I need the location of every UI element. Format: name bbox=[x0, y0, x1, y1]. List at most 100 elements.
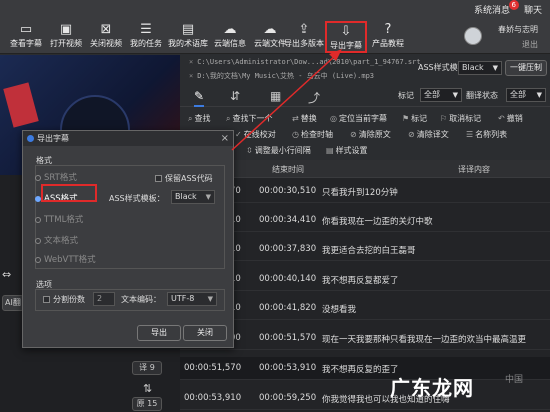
find-label: 查找 bbox=[194, 114, 211, 123]
tab-timeline[interactable]: ⇵ bbox=[230, 89, 240, 103]
open-files-list: × C:\Users\Administrator\Dow...ad\2010\pa… bbox=[185, 55, 445, 85]
chevron-down-icon: ▼ bbox=[207, 295, 213, 303]
glossary-button[interactable]: ▤ 我的术语库 bbox=[164, 21, 212, 53]
export-subtitle-button[interactable]: ⇩ 导出字幕 bbox=[325, 21, 367, 53]
checkbox-icon bbox=[43, 296, 50, 303]
playback-controls-icon[interactable]: ⇔ bbox=[2, 268, 11, 281]
unmark-action[interactable]: ⚐ 取消标记 bbox=[440, 113, 481, 124]
format-text-radio[interactable]: 文本格式 bbox=[35, 234, 78, 246]
clear-translation-action[interactable]: ⊘ 清除译文 bbox=[408, 129, 449, 140]
check-icon: ◷ bbox=[292, 130, 299, 139]
ass-template-select[interactable]: Black ▼ bbox=[458, 61, 502, 75]
close-icon[interactable]: × bbox=[221, 131, 229, 146]
ai-translate-select[interactable]: AI翻 bbox=[2, 295, 24, 311]
row-end: 00:00:40,140 bbox=[259, 274, 317, 284]
check-timeline-label: 检查时轴 bbox=[300, 130, 333, 139]
system-messages[interactable]: 系统消息 6 bbox=[473, 0, 519, 16]
export-multi-version-button[interactable]: ⇪ 导出多版本 bbox=[282, 21, 326, 53]
style-settings-action[interactable]: ▤ 样式设置 bbox=[326, 145, 368, 156]
table-row[interactable]: 00 00:00:51,570 现在一天我要那种只看我现在一边歪的欢当中最高温更 bbox=[180, 327, 550, 350]
proofread-icon: ✓ bbox=[235, 130, 242, 139]
row-end: 00:00:53,910 bbox=[259, 363, 317, 373]
radio-icon bbox=[35, 216, 41, 223]
table-header: 结束时间 译译内容 bbox=[180, 160, 550, 178]
find-next-action[interactable]: ⌕ 查找下一个 bbox=[226, 113, 272, 124]
dialog-ass-template-select[interactable]: Black ▼ bbox=[171, 190, 215, 204]
format-ttml-radio[interactable]: TTML格式 bbox=[35, 213, 83, 225]
close-file-icon[interactable]: × bbox=[189, 58, 193, 66]
mark-action[interactable]: ⚑ 标记 bbox=[402, 113, 427, 124]
chevron-down-icon: ▼ bbox=[452, 91, 458, 99]
replace-action[interactable]: ⇄ 替换 bbox=[292, 113, 317, 124]
name-list-action[interactable]: ☰ 名称列表 bbox=[466, 129, 507, 140]
table-row[interactable]: 10 00:00:37,830 我更适合去挖的白王磊哥 bbox=[180, 238, 550, 261]
editor-tabs: ✎ ⇵ ▦ ⤴ 标记 全部 ▼ 翻译状态 全部 ▼ bbox=[180, 85, 550, 107]
one-click-burn-button[interactable]: 一键压制 bbox=[505, 60, 547, 76]
col-end-time: 结束时间 bbox=[272, 165, 304, 174]
row-end: 00:00:34,410 bbox=[259, 215, 317, 225]
split-checkbox[interactable]: 分割份数 bbox=[43, 294, 85, 305]
mark-label: 标记 bbox=[411, 114, 428, 123]
dialog-title: 导出字幕 bbox=[37, 134, 69, 143]
file-path-mp3-text: D:\我的文档\My Music\艾热 - 乌云中 (Live).mp3 bbox=[197, 72, 375, 80]
online-proofread-action[interactable]: ✓ 在线校对 bbox=[235, 129, 276, 140]
translation-count-button[interactable]: 译 9 bbox=[132, 361, 162, 375]
row-start: 00:00:53,910 bbox=[184, 393, 242, 403]
ass-format-highlight bbox=[41, 184, 97, 202]
checkbox-icon bbox=[155, 175, 162, 182]
messages-badge: 6 bbox=[508, 0, 519, 10]
split-count-stepper[interactable]: 2 bbox=[93, 292, 115, 306]
ass-template-label-dialog: ASS样式模板： bbox=[109, 194, 165, 203]
format-webvtt-radio[interactable]: WebVTT格式 bbox=[35, 253, 96, 265]
row-text: 我更适合去挖的白王磊哥 bbox=[322, 246, 416, 256]
split-count-value: 2 bbox=[97, 294, 103, 303]
search-icon: ⌕ bbox=[226, 114, 231, 123]
tasks-icon: ☰ bbox=[140, 22, 152, 37]
tab-table[interactable]: ▦ bbox=[270, 89, 281, 103]
locate-current-action[interactable]: ◎ 定位当前字幕 bbox=[330, 113, 387, 124]
my-tasks-label: 我的任务 bbox=[130, 39, 162, 48]
logout-link[interactable]: 退出 bbox=[498, 39, 538, 50]
table-row[interactable]: 10 00:00:40,140 我不想再反复都爱了 bbox=[180, 268, 550, 291]
format-srt-radio[interactable]: SRT格式 bbox=[35, 171, 77, 183]
original-count-button[interactable]: 原 15 bbox=[132, 397, 162, 411]
table-row[interactable]: 00:00:53,910 00:00:59,250 你我觉得我也可以我也知道的住嗨 bbox=[180, 387, 550, 410]
table-row[interactable]: 10 00:00:41,820 没想看我 bbox=[180, 297, 550, 320]
user-avatar[interactable] bbox=[464, 27, 482, 45]
table-row[interactable]: 70 00:00:30,510 只看我升到120分钟 bbox=[180, 180, 550, 203]
tutorial-button[interactable]: ? 产品教程 bbox=[364, 21, 412, 53]
file-path-mp3[interactable]: × D:\我的文档\My Music\艾热 - 乌云中 (Live).mp3 bbox=[189, 71, 439, 81]
keep-ass-code-checkbox[interactable]: 保留ASS代码 bbox=[155, 173, 213, 184]
chat-link[interactable]: 聊天 bbox=[524, 3, 542, 16]
clear-icon: ⊘ bbox=[408, 130, 415, 139]
undo-action[interactable]: ↶ 撤销 bbox=[498, 113, 523, 124]
clear-original-action[interactable]: ⊘ 清除原文 bbox=[350, 129, 391, 140]
adjust-line-gap-action[interactable]: ⇳ 调整最小行间隔 bbox=[246, 145, 311, 156]
system-messages-label: 系统消息 bbox=[473, 6, 510, 16]
translation-status-select[interactable]: 全部 ▼ bbox=[506, 88, 546, 102]
find-action[interactable]: ⌕ 查找 bbox=[188, 113, 210, 124]
encoding-select[interactable]: UTF-8 ▼ bbox=[167, 292, 217, 306]
export-button[interactable]: 导出 bbox=[137, 325, 181, 341]
table-row[interactable]: 10 00:00:34,410 你看我现在一边歪的关灯中歌 bbox=[180, 209, 550, 232]
row-end: 00:00:51,570 bbox=[259, 333, 317, 343]
row-end: 00:00:37,830 bbox=[259, 244, 317, 254]
tab-waveform[interactable]: ⤴ bbox=[308, 89, 320, 106]
my-tasks-button[interactable]: ☰ 我的任务 bbox=[122, 21, 170, 53]
mark-filter-select[interactable]: 全部 ▼ bbox=[420, 88, 462, 102]
check-timeline-action[interactable]: ◷ 检查时轴 bbox=[292, 129, 333, 140]
tab-edit[interactable]: ✎ bbox=[194, 89, 205, 107]
table-row[interactable]: 00:00:51,570 00:00:53,910 我不想再反复的歪了 bbox=[180, 357, 550, 380]
swap-icon[interactable]: ⇅ bbox=[143, 382, 152, 395]
mark-filter-value: 全部 bbox=[424, 90, 440, 99]
unmark-label: 取消标记 bbox=[449, 114, 482, 123]
close-button[interactable]: 关闭 bbox=[183, 325, 227, 341]
title-bar: 系统消息 6 聊天 bbox=[0, 0, 550, 20]
undo-label: 撤销 bbox=[506, 114, 523, 123]
export-multi-icon: ⇪ bbox=[298, 22, 310, 37]
subtitle-table: 结束时间 译译内容 70 00:00:30,510 只看我升到120分钟 10 00:… bbox=[180, 160, 550, 412]
glossary-label: 我的术语库 bbox=[168, 39, 208, 48]
chevron-down-icon: ▼ bbox=[205, 193, 211, 201]
file-path-srt[interactable]: × C:\Users\Administrator\Dow...ad\2010\pa… bbox=[189, 58, 439, 66]
close-file-icon[interactable]: × bbox=[189, 72, 193, 80]
